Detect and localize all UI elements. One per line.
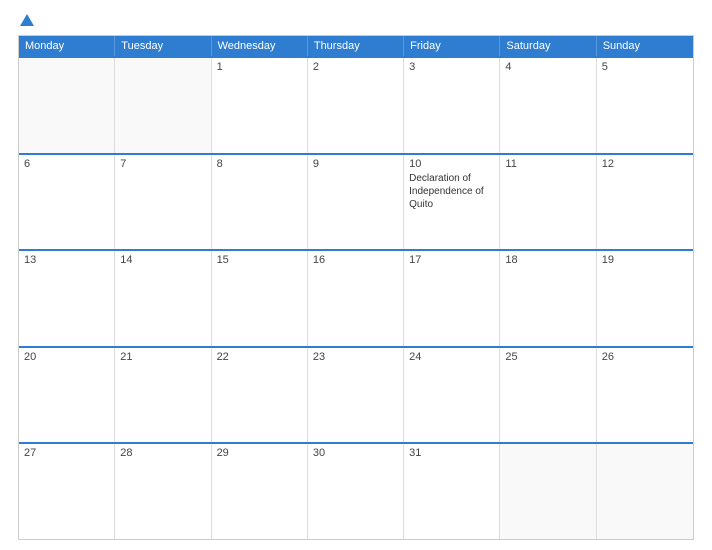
day-cell: 18 [500, 251, 596, 346]
day-cell: 6 [19, 155, 115, 250]
day-number: 19 [602, 254, 688, 266]
day-cell: 11 [500, 155, 596, 250]
day-cell [19, 58, 115, 153]
day-number: 22 [217, 351, 302, 363]
day-number: 23 [313, 351, 398, 363]
day-number: 20 [24, 351, 109, 363]
day-number: 24 [409, 351, 494, 363]
day-number: 27 [24, 447, 109, 459]
day-cell: 30 [308, 444, 404, 539]
day-number: 8 [217, 158, 302, 170]
day-cell: 14 [115, 251, 211, 346]
day-header-thursday: Thursday [308, 36, 404, 56]
day-header-saturday: Saturday [500, 36, 596, 56]
day-header-wednesday: Wednesday [212, 36, 308, 56]
day-number: 4 [505, 61, 590, 73]
day-cell: 20 [19, 348, 115, 443]
day-number: 3 [409, 61, 494, 73]
day-header-friday: Friday [404, 36, 500, 56]
day-number: 12 [602, 158, 688, 170]
day-headers-row: MondayTuesdayWednesdayThursdayFridaySatu… [19, 36, 693, 56]
calendar-page: MondayTuesdayWednesdayThursdayFridaySatu… [0, 0, 712, 550]
day-cell: 10 Declaration of Independence of Quito [404, 155, 500, 250]
day-cell: 29 [212, 444, 308, 539]
day-cell: 5 [597, 58, 693, 153]
day-cell: 9 [308, 155, 404, 250]
calendar-header [18, 14, 694, 27]
week-row-2: 6789 10 Declaration of Independence of Qui… [19, 153, 693, 250]
week-row-4: 20 21 22 23 24 25 26 [19, 346, 693, 443]
day-number: 28 [120, 447, 205, 459]
weeks-container: 12345678910Declaration of Independence o… [19, 56, 693, 539]
day-cell: 15 [212, 251, 308, 346]
day-number: 11 [505, 158, 590, 170]
day-cell: 12 [597, 155, 693, 250]
day-number: 7 [120, 158, 205, 170]
day-cell: 1 [212, 58, 308, 153]
day-cell: 4 [500, 58, 596, 153]
day-header-tuesday: Tuesday [115, 36, 211, 56]
day-number: 21 [120, 351, 205, 363]
calendar-grid: MondayTuesdayWednesdayThursdayFridaySatu… [18, 35, 694, 540]
day-number: 18 [505, 254, 590, 266]
day-number: 30 [313, 447, 398, 459]
day-cell: 21 [115, 348, 211, 443]
day-cell: 16 [308, 251, 404, 346]
day-number: 10 [409, 158, 494, 170]
day-cell [597, 444, 693, 539]
week-row-5: 27 28 29 30 31 [19, 442, 693, 539]
day-number: 15 [217, 254, 302, 266]
day-cell: 24 [404, 348, 500, 443]
day-cell: 8 [212, 155, 308, 250]
day-cell: 31 [404, 444, 500, 539]
day-cell: 7 [115, 155, 211, 250]
week-row-1: 12345 [19, 56, 693, 153]
day-cell: 23 [308, 348, 404, 443]
day-header-sunday: Sunday [597, 36, 693, 56]
day-event: Declaration of Independence of Quito [409, 172, 494, 211]
week-row-3: 13 14 15 16 17 18 19 [19, 249, 693, 346]
day-number: 2 [313, 61, 398, 73]
day-cell: 28 [115, 444, 211, 539]
day-number: 31 [409, 447, 494, 459]
logo [18, 14, 34, 27]
day-cell: 19 [597, 251, 693, 346]
day-number: 1 [217, 61, 302, 73]
day-cell [115, 58, 211, 153]
day-cell: 2 [308, 58, 404, 153]
day-number: 17 [409, 254, 494, 266]
day-number: 14 [120, 254, 205, 266]
day-number: 26 [602, 351, 688, 363]
day-cell: 26 [597, 348, 693, 443]
day-cell [500, 444, 596, 539]
day-number: 6 [24, 158, 109, 170]
day-cell: 17 [404, 251, 500, 346]
day-cell: 25 [500, 348, 596, 443]
day-number: 29 [217, 447, 302, 459]
day-cell: 27 [19, 444, 115, 539]
day-number: 16 [313, 254, 398, 266]
day-number: 25 [505, 351, 590, 363]
day-header-monday: Monday [19, 36, 115, 56]
day-cell: 3 [404, 58, 500, 153]
logo-triangle-icon [20, 14, 34, 26]
day-number: 13 [24, 254, 109, 266]
day-number: 5 [602, 61, 688, 73]
day-cell: 22 [212, 348, 308, 443]
day-cell: 13 [19, 251, 115, 346]
day-number: 9 [313, 158, 398, 170]
